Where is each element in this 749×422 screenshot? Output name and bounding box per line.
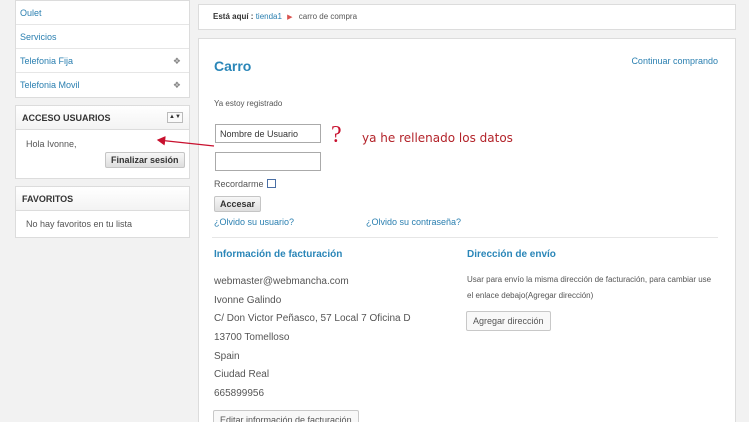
breadcrumb-separator-icon: ▶ [287, 14, 293, 21]
billing-province: Ciudad Real [214, 369, 270, 380]
continue-shopping-link[interactable]: Continuar comprando [631, 56, 718, 66]
annotation-note: ya he rellenado los datos [362, 131, 513, 145]
expand-icon[interactable]: ❖ [173, 49, 181, 73]
billing-email: webmaster@webmancha.com [214, 276, 349, 287]
shipping-text: Usar para envío la misma dirección de fa… [467, 275, 712, 300]
sidebar-menu: Oulet Servicios Telefonia Fija ❖ Telefoni… [15, 0, 190, 98]
menu-item-oulet[interactable]: Oulet [16, 1, 189, 25]
billing-postcode: 13700 Tomelloso [214, 332, 290, 343]
remember-checkbox[interactable] [266, 179, 276, 188]
menu-item-telefonia-movil[interactable]: Telefonia Movil ❖ [16, 73, 189, 97]
billing-title: Información de facturación [214, 249, 343, 260]
page-title: Carro [214, 58, 252, 74]
section-divider [212, 237, 718, 238]
forgot-password-link[interactable]: ¿Olvido su contraseña? [366, 217, 461, 227]
logout-button[interactable]: Finalizar sesión [105, 152, 185, 168]
menu-item-telefonia-fija[interactable]: Telefonia Fija ❖ [16, 49, 189, 73]
shipping-title: Dirección de envío [467, 249, 556, 260]
menu-item-label: Servicios [20, 32, 57, 42]
username-input[interactable] [215, 124, 321, 143]
billing-country: Spain [214, 351, 240, 362]
favorites-box-title: FAVORITOS [22, 194, 74, 204]
remember-label: Recordarme [214, 179, 264, 189]
collapse-toggle-icon[interactable]: ▲▼ [167, 112, 183, 123]
cart-panel: Carro Continuar comprando Ya estoy regis… [198, 38, 736, 422]
question-mark-annotation: ? [331, 122, 342, 148]
menu-item-servicios[interactable]: Servicios [16, 25, 189, 49]
billing-address: C/ Don Victor Peñasco, 57 Local 7 Oficin… [214, 313, 411, 324]
menu-item-label: Telefonia Movil [20, 80, 80, 90]
forgot-username-link[interactable]: ¿Olvido su usuario? [214, 217, 294, 227]
breadcrumb-prefix: Está aquí : [213, 12, 254, 21]
remember-row: Recordarme [214, 179, 276, 189]
favorites-empty-text: No hay favoritos en tu lista [26, 219, 133, 229]
users-box-header: ACCESO USUARIOS ▲▼ [16, 106, 189, 130]
favorites-box-body: No hay favoritos en tu lista [16, 211, 189, 237]
add-address-button[interactable]: Agregar dirección [466, 311, 551, 331]
breadcrumb: Está aquí : tienda1 ▶ carro de compra [198, 4, 736, 30]
billing-phone: 665899956 [214, 388, 265, 399]
users-box-title: ACCESO USUARIOS [22, 113, 111, 123]
edit-billing-button[interactable]: Editar información de facturación [213, 410, 359, 422]
greeting-text: Hola Ivonne, [26, 139, 77, 149]
users-box: ACCESO USUARIOS ▲▼ Hola Ivonne, Finaliza… [15, 105, 190, 179]
menu-item-label: Oulet [20, 8, 42, 18]
billing-name: Ivonne Galindo [214, 295, 282, 306]
password-input[interactable] [215, 152, 321, 171]
users-box-body: Hola Ivonne, Finalizar sesión [16, 130, 189, 168]
expand-icon[interactable]: ❖ [173, 73, 181, 97]
favorites-box-header: FAVORITOS [16, 187, 189, 211]
breadcrumb-current: carro de compra [298, 12, 358, 21]
breadcrumb-link[interactable]: tienda1 [256, 12, 282, 21]
favorites-box: FAVORITOS No hay favoritos en tu lista [15, 186, 190, 238]
menu-item-label: Telefonia Fija [20, 56, 74, 66]
registered-label: Ya estoy registrado [214, 99, 283, 108]
login-button[interactable]: Accesar [214, 196, 262, 212]
